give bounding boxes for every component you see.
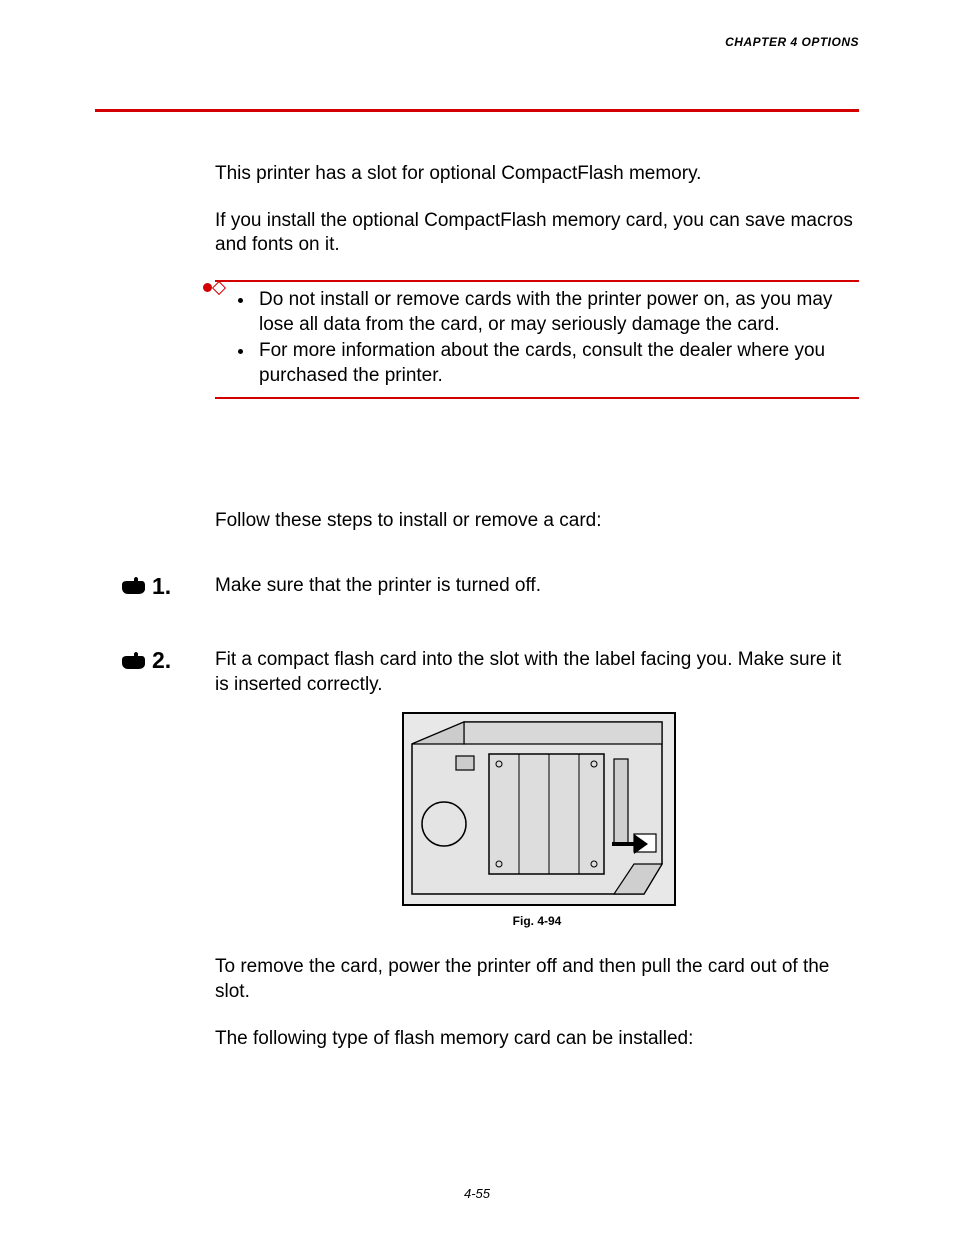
warning-box: Do not install or remove cards with the … <box>215 280 859 399</box>
warning-icon <box>203 280 224 296</box>
divider-top <box>95 109 859 112</box>
step-1: 1. Make sure that the printer is turned … <box>215 574 859 599</box>
step-label: 1. <box>120 572 171 602</box>
step-2: 2. Fit a compact flash card into the slo… <box>215 648 859 929</box>
after-block: To remove the card, power the printer of… <box>215 955 859 1051</box>
steps-intro: Follow these steps to install or remove … <box>215 509 859 534</box>
after-p2: The following type of flash memory card … <box>215 1027 859 1052</box>
steps-intro-text: Follow these steps to install or remove … <box>215 509 859 534</box>
step-text: Make sure that the printer is turned off… <box>215 575 541 596</box>
step-number: 2. <box>152 646 171 676</box>
page-number: 4-55 <box>0 1186 954 1201</box>
intro-p2: If you install the optional CompactFlash… <box>215 209 859 258</box>
intro-block: This printer has a slot for optional Com… <box>215 162 859 258</box>
pointing-hand-icon <box>120 651 146 671</box>
step-number: 1. <box>152 572 171 602</box>
after-p1: To remove the card, power the printer of… <box>215 955 859 1004</box>
chapter-header: CHAPTER 4 OPTIONS <box>95 35 859 49</box>
warning-bullet: For more information about the cards, co… <box>255 339 859 388</box>
figure-caption: Fig. 4-94 <box>402 914 672 930</box>
pointing-hand-icon <box>120 576 146 596</box>
warning-bullet: Do not install or remove cards with the … <box>255 288 859 337</box>
intro-p1: This printer has a slot for optional Com… <box>215 162 859 187</box>
figure: Fig. 4-94 <box>402 712 672 930</box>
page: CHAPTER 4 OPTIONS This printer has a slo… <box>0 0 954 1235</box>
step-text: Fit a compact flash card into the slot w… <box>215 649 841 695</box>
step-label: 2. <box>120 646 171 676</box>
printer-illustration <box>402 712 676 906</box>
